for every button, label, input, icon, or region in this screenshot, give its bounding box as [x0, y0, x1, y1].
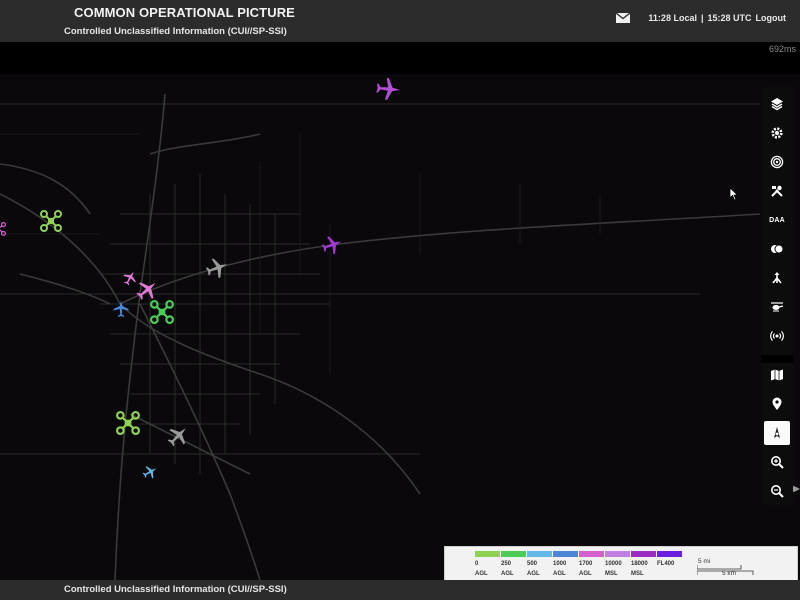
latency-readout: 692ms	[768, 44, 796, 54]
aircraft-purple-east[interactable]	[320, 234, 344, 256]
overlap-button[interactable]	[764, 237, 790, 261]
merge-icon	[772, 272, 782, 284]
aircraft-lightblue-south[interactable]	[142, 464, 158, 480]
legend-value: 18000	[631, 561, 648, 567]
scale-km-label: 5 km	[722, 570, 737, 577]
road-network	[0, 93, 761, 580]
drone-icon[interactable]	[40, 210, 62, 232]
scale-bar	[697, 565, 754, 575]
legend-swatch	[605, 551, 630, 557]
zoom-out-button[interactable]	[764, 479, 790, 503]
settings-button[interactable]	[764, 121, 790, 145]
legend-unit: AGL	[527, 571, 540, 577]
location-pin-icon	[772, 397, 782, 410]
aircraft-blue-1[interactable]	[112, 300, 130, 318]
daa-icon: DAA	[769, 216, 785, 224]
scale-miles-label: 5 mi	[698, 558, 711, 565]
overlap-icon	[771, 244, 784, 254]
local-time: 11:28 Local	[648, 13, 697, 23]
toolbar-divider	[761, 355, 793, 363]
tools-button[interactable]	[764, 179, 790, 203]
time-separator: |	[700, 13, 704, 23]
legend-swatch	[553, 551, 578, 557]
app-title: COMMON OPERATIONAL PICTURE	[74, 5, 295, 20]
helicopter-button[interactable]	[764, 295, 790, 319]
altitude-legend: 0 250 500 1000 1700 10000 18000 FL400 AG…	[444, 546, 798, 582]
map-toolbar: DAA	[761, 87, 793, 505]
utc-time: 15:28 UTC	[707, 13, 752, 23]
legend-unit: AGL	[475, 571, 488, 577]
bottom-footer: Controlled Unclassified Information (CUI…	[0, 580, 800, 600]
broadcast-button[interactable]	[764, 324, 790, 348]
settings-icon	[771, 127, 783, 139]
status-bar	[0, 42, 800, 74]
legend-swatch	[579, 551, 604, 557]
map-style-button[interactable]	[764, 363, 790, 387]
location-button[interactable]	[764, 392, 790, 416]
aircraft-gray-center[interactable]	[200, 256, 234, 280]
aircraft-purple-north[interactable]	[372, 76, 404, 102]
legend-swatch	[631, 551, 656, 557]
top-header: COMMON OPERATIONAL PICTURE Controlled Un…	[0, 0, 800, 42]
helicopter-icon	[771, 302, 784, 312]
legend-value: FL400	[657, 561, 675, 567]
aircraft-gray-south[interactable]	[166, 424, 190, 448]
merge-button[interactable]	[764, 266, 790, 290]
daa-button[interactable]: DAA	[764, 208, 790, 232]
legend-value: 1700	[579, 561, 593, 567]
tools-icon	[771, 185, 783, 197]
legend-value: 10000	[605, 561, 622, 567]
aircraft-pink-2[interactable]	[134, 278, 160, 302]
classification-banner-bottom: Controlled Unclassified Information (CUI…	[64, 584, 287, 595]
logout-link[interactable]: Logout	[756, 13, 787, 23]
zoom-in-button[interactable]	[764, 450, 790, 474]
legend-value: 500	[527, 561, 538, 567]
legend-unit: AGL	[501, 571, 514, 577]
legend-unit: AGL	[579, 571, 592, 577]
header-right: 11:28 Local | 15:28 UTC Logout	[616, 13, 786, 23]
legend-value: 250	[501, 561, 512, 567]
classification-banner-top: Controlled Unclassified Information (CUI…	[64, 26, 287, 37]
mouse-cursor-icon	[729, 187, 739, 201]
legend-unit: MSL	[631, 571, 644, 577]
zoom-out-icon	[771, 485, 784, 498]
map-view[interactable]	[0, 74, 800, 580]
layers-button[interactable]	[764, 92, 790, 116]
drone-icon[interactable]	[116, 411, 140, 435]
map-icon	[771, 369, 783, 381]
legend-swatch	[475, 551, 500, 557]
legend-swatch	[527, 551, 552, 557]
zoom-in-icon	[771, 456, 784, 469]
drone-icon[interactable]	[150, 300, 174, 324]
legend-value: 0	[475, 561, 479, 567]
legend-unit: MSL	[605, 571, 618, 577]
legend-unit: AGL	[553, 571, 566, 577]
radar-icon	[770, 155, 784, 169]
radar-button[interactable]	[764, 150, 790, 174]
legend-swatch	[657, 551, 682, 557]
drone-icon[interactable]	[0, 222, 6, 236]
compass-icon	[774, 427, 780, 438]
layers-icon	[771, 98, 783, 111]
legend-swatch	[501, 551, 526, 557]
legend-value: 1000	[553, 561, 567, 567]
compass-button[interactable]	[764, 421, 790, 445]
broadcast-icon	[770, 331, 784, 341]
mail-icon[interactable]	[616, 13, 631, 23]
